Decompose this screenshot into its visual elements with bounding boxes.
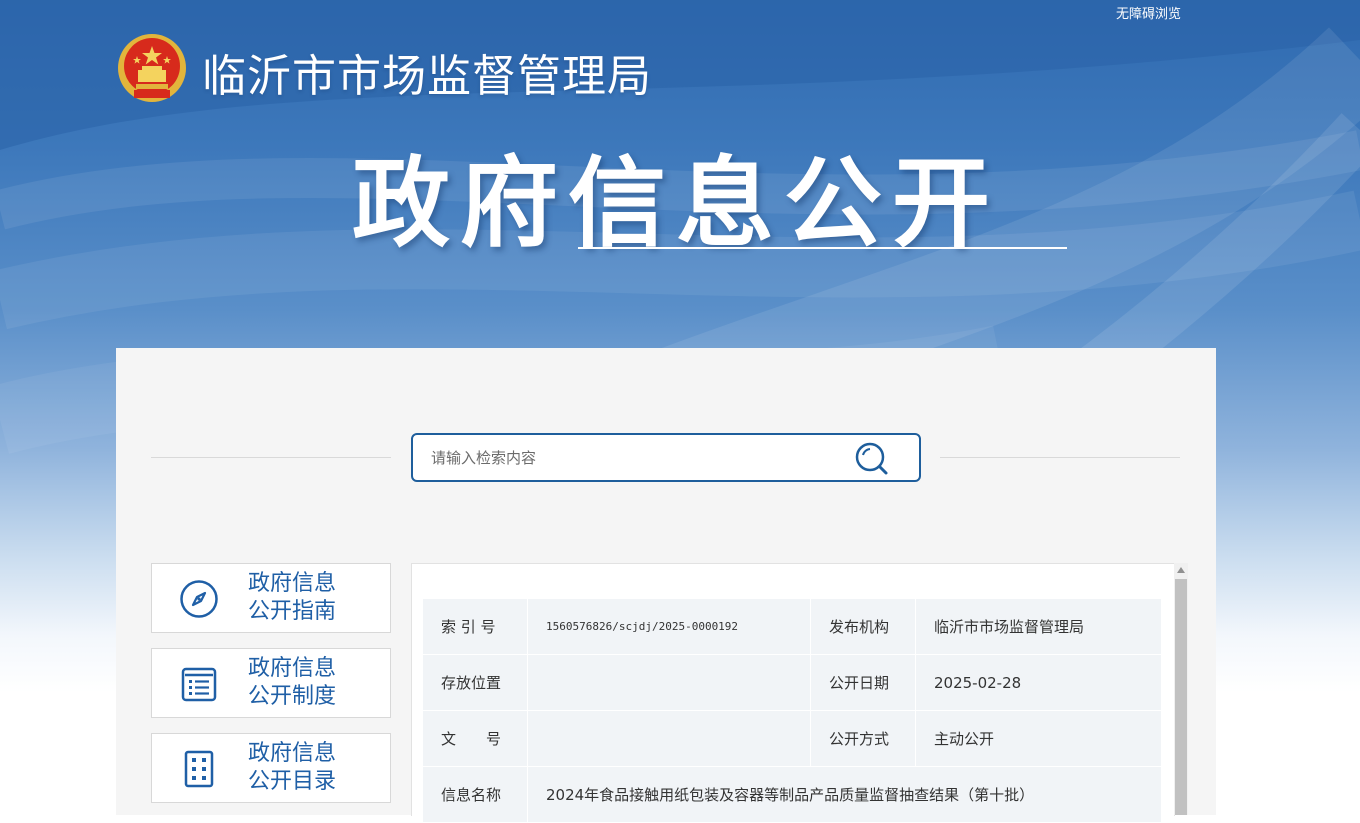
docno-label: 文 号 xyxy=(422,710,528,767)
search-box xyxy=(411,433,921,482)
nav-catalog-label: 政府信息 公开目录 xyxy=(248,740,368,796)
document-list-icon xyxy=(181,667,217,702)
location-value xyxy=(527,654,811,711)
table-row: 存放位置 公开日期 2025-02-28 xyxy=(422,654,1162,711)
nav-guide-card[interactable]: 政府信息 公开指南 xyxy=(151,563,391,633)
mode-label: 公开方式 xyxy=(810,710,916,767)
national-emblem-icon xyxy=(118,34,186,102)
mode-value: 主动公开 xyxy=(915,710,1162,767)
nav-guide-label: 政府信息 公开指南 xyxy=(248,570,368,626)
nav-system-line2: 公开制度 xyxy=(248,684,337,709)
nav-system-label: 政府信息 公开制度 xyxy=(248,655,368,711)
table-row: 文 号 公开方式 主动公开 xyxy=(422,710,1162,767)
accessibility-link[interactable]: 无障碍浏览 xyxy=(1116,3,1181,22)
org-name: 临沂市市场监督管理局 xyxy=(202,51,652,102)
search-icon xyxy=(855,442,888,475)
scrollbar-thumb[interactable] xyxy=(1175,579,1187,815)
search-divider-right xyxy=(940,457,1180,458)
title-underline xyxy=(578,247,1067,249)
docno-value xyxy=(527,710,811,767)
nav-guide-line2: 公开指南 xyxy=(248,599,337,624)
content-scrollbar[interactable] xyxy=(1174,563,1188,815)
location-label: 存放位置 xyxy=(422,654,528,711)
search-divider-left xyxy=(151,457,391,458)
name-value: 2024年食品接触用纸包装及容器等制品产品质量监督抽查结果（第十批） xyxy=(527,766,1162,823)
page-title: 政府信息公开 xyxy=(352,147,1001,261)
table-row: 信息名称 2024年食品接触用纸包装及容器等制品产品质量监督抽查结果（第十批） xyxy=(422,766,1162,823)
table-row: 索 引 号 1560576826/scjdj/2025-0000192 发布机构… xyxy=(422,598,1162,655)
nav-catalog-line1: 政府信息 xyxy=(248,741,337,766)
nav-catalog-card[interactable]: 政府信息 公开目录 xyxy=(151,733,391,803)
index-value: 1560576826/scjdj/2025-0000192 xyxy=(527,598,811,655)
scroll-up-icon[interactable] xyxy=(1177,567,1185,573)
info-content-area: 索 引 号 1560576826/scjdj/2025-0000192 发布机构… xyxy=(411,563,1175,823)
main-panel: 政府信息 公开指南 政府信息 公开制度 xyxy=(116,348,1216,823)
publisher-value: 临沂市市场监督管理局 xyxy=(915,598,1162,655)
nav-guide-line1: 政府信息 xyxy=(248,571,337,596)
date-label: 公开日期 xyxy=(810,654,916,711)
nav-system-card[interactable]: 政府信息 公开制度 xyxy=(151,648,391,718)
search-input[interactable] xyxy=(429,445,833,471)
name-label: 信息名称 xyxy=(422,766,528,823)
compass-icon xyxy=(180,580,218,618)
info-table: 索 引 号 1560576826/scjdj/2025-0000192 发布机构… xyxy=(422,598,1162,823)
date-value: 2025-02-28 xyxy=(915,654,1162,711)
publisher-label: 发布机构 xyxy=(810,598,916,655)
search-button[interactable] xyxy=(853,440,891,476)
index-label: 索 引 号 xyxy=(422,598,528,655)
nav-catalog-line2: 公开目录 xyxy=(248,769,337,794)
catalog-grid-icon xyxy=(184,750,214,788)
nav-system-line1: 政府信息 xyxy=(248,656,337,681)
